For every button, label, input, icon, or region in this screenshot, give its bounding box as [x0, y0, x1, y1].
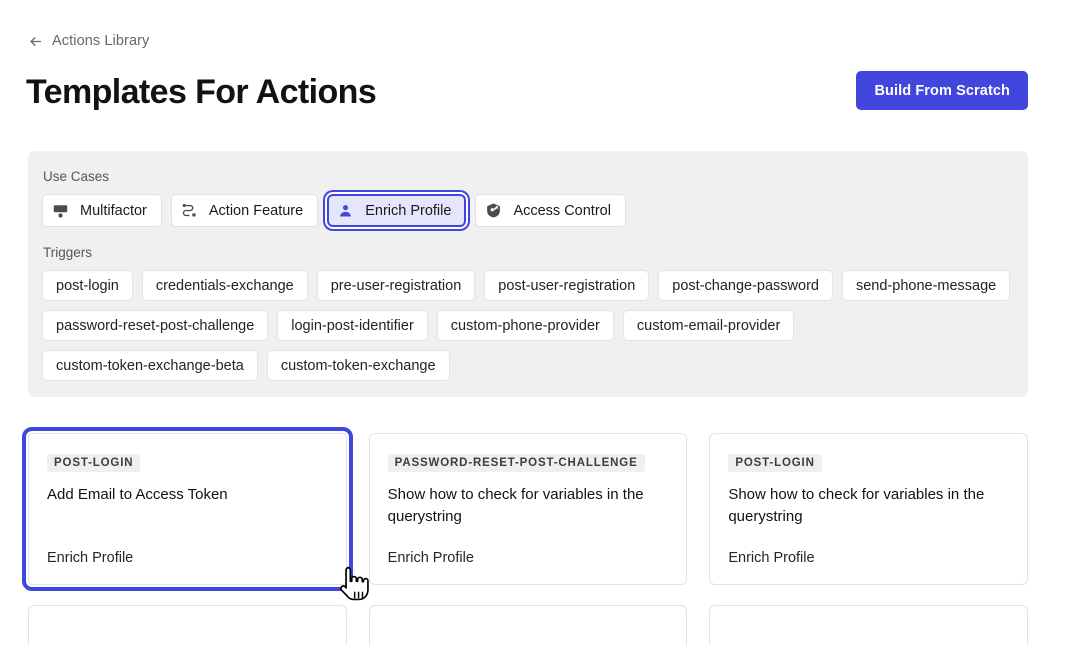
use-case-chip-label: Enrich Profile — [365, 202, 452, 219]
template-trigger-badge: POST-LOGIN — [47, 454, 141, 472]
breadcrumb[interactable]: Actions Library — [28, 33, 149, 49]
flow-icon — [182, 204, 196, 217]
template-use-case: Enrich Profile — [387, 550, 474, 566]
template-card[interactable]: POST-LOGIN Show how to check for variabl… — [709, 433, 1028, 585]
use-case-chip-row: Multifactor Action Feature Enrich Profil… — [42, 194, 1014, 227]
page-title: Templates For Actions — [26, 73, 377, 111]
triggers-label: Triggers — [43, 245, 93, 260]
template-card[interactable]: POST-LOGIN Add Email to Access Token Enr… — [22, 427, 353, 591]
use-case-chip-enrich-profile[interactable]: Enrich Profile — [327, 194, 467, 227]
use-case-chip-label: Access Control — [513, 202, 611, 219]
use-cases-label: Use Cases — [43, 169, 110, 184]
trigger-chip[interactable]: post-user-registration — [484, 270, 650, 301]
template-card[interactable] — [28, 605, 347, 645]
arrow-left-icon — [30, 36, 42, 46]
template-title: Show how to check for variables in the q… — [728, 486, 985, 525]
use-case-chip-access-control[interactable]: Access Control — [475, 194, 626, 227]
trigger-chip[interactable]: pre-user-registration — [316, 270, 476, 301]
template-card[interactable] — [368, 605, 688, 645]
templates-grid-next-row — [28, 605, 1028, 645]
trigger-chip[interactable]: custom-email-provider — [622, 310, 795, 341]
template-trigger-badge: POST-LOGIN — [728, 454, 822, 472]
template-title: Show how to check for variables in the q… — [387, 486, 644, 525]
shield-key-icon — [487, 203, 501, 218]
template-use-case: Enrich Profile — [728, 550, 815, 566]
template-title: Add Email to Access Token — [47, 486, 228, 503]
use-case-chip-action-feature[interactable]: Action Feature — [170, 194, 319, 227]
trigger-chip-row: post-login credentials-exchange pre-user… — [42, 270, 1014, 381]
trigger-chip[interactable]: send-phone-message — [841, 270, 1011, 301]
use-case-chip-multifactor[interactable]: Multifactor — [42, 194, 162, 227]
person-icon — [340, 205, 352, 217]
build-from-scratch-button[interactable]: Build From Scratch — [856, 71, 1028, 110]
trigger-chip[interactable]: post-change-password — [658, 270, 833, 301]
trigger-chip[interactable]: custom-token-exchange — [266, 350, 450, 381]
trigger-chip[interactable]: password-reset-post-challenge — [42, 310, 269, 341]
trigger-chip[interactable]: post-login — [42, 270, 133, 301]
trigger-chip[interactable]: login-post-identifier — [277, 310, 428, 341]
template-card[interactable]: PASSWORD-RESET-POST-CHALLENGE Show how t… — [368, 433, 688, 585]
template-trigger-badge: PASSWORD-RESET-POST-CHALLENGE — [387, 454, 645, 472]
use-case-chip-label: Multifactor — [80, 202, 147, 219]
use-case-chip-label: Action Feature — [208, 202, 304, 219]
keypad-icon — [53, 205, 68, 218]
filters-panel: Use Cases Multifactor Action Feature Enr… — [28, 151, 1028, 397]
trigger-chip[interactable]: credentials-exchange — [141, 270, 308, 301]
template-card[interactable] — [709, 605, 1028, 645]
trigger-chip[interactable]: custom-phone-provider — [436, 310, 614, 341]
breadcrumb-label: Actions Library — [52, 33, 150, 49]
trigger-chip[interactable]: custom-token-exchange-beta — [42, 350, 258, 381]
template-use-case: Enrich Profile — [47, 550, 134, 566]
templates-grid: POST-LOGIN Add Email to Access Token Enr… — [22, 427, 1028, 591]
